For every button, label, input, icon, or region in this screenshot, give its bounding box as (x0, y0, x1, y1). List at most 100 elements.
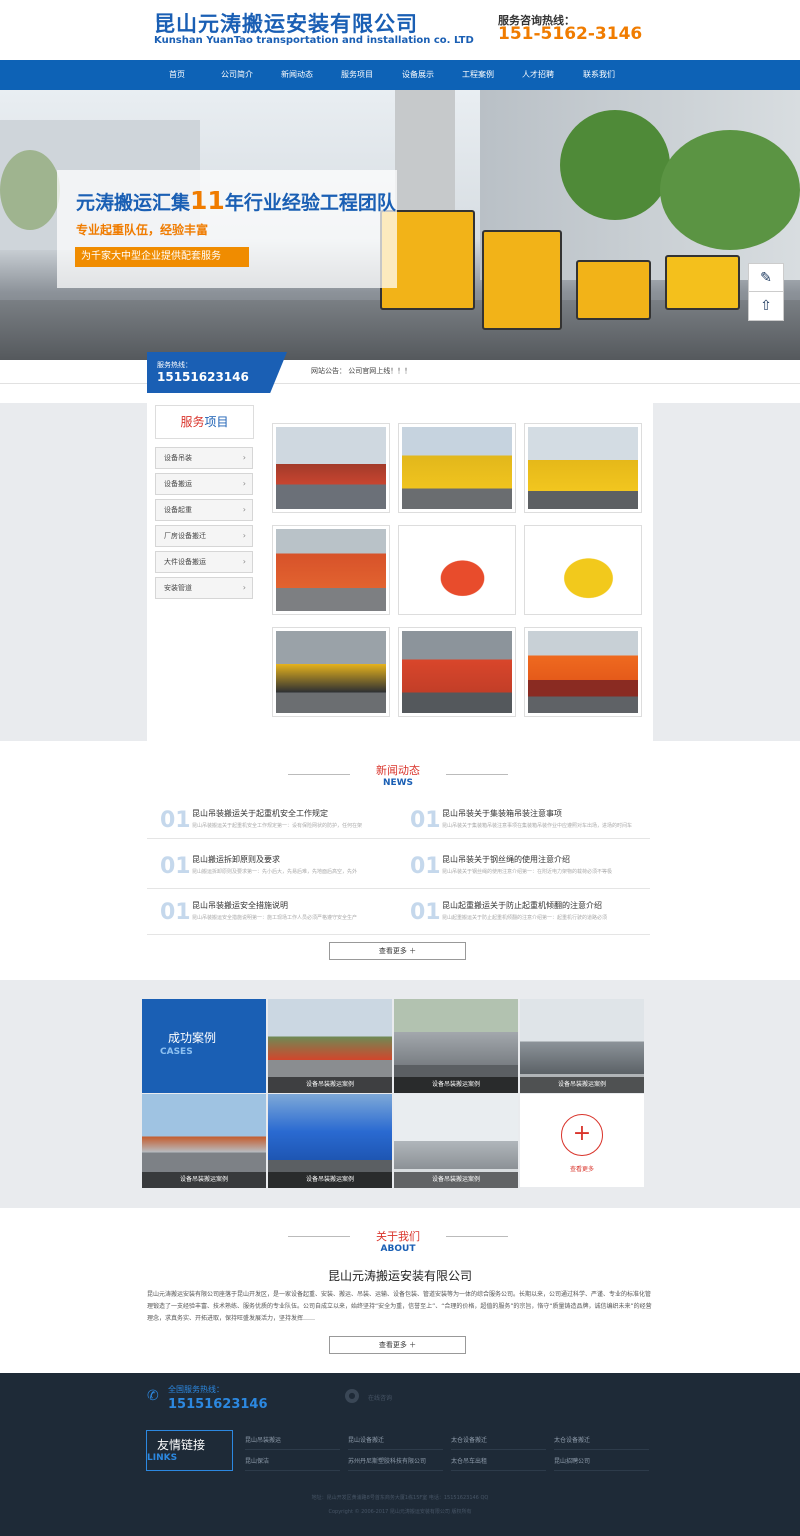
news-title[interactable]: 昆山吊装关于集装箱吊装注意事项 (442, 808, 562, 819)
divider (147, 888, 650, 889)
hero-banner: 元涛搬运汇集11年行业经验工程团队 专业起重队伍，经验丰富 为千家大中型企业提供… (0, 90, 800, 360)
nav-jobs[interactable]: 人才招聘 (508, 60, 568, 90)
about-heading: 关于我们 ABOUT (376, 1230, 420, 1254)
service-photo[interactable] (524, 423, 642, 513)
case-tile[interactable]: 设备吊装搬运案例 (268, 1094, 392, 1188)
chat-icon[interactable]: ● (345, 1389, 359, 1403)
chevron-right-icon: › (242, 479, 246, 488)
service-item[interactable]: 安装管道 › (155, 577, 253, 599)
service-photo[interactable] (398, 423, 516, 513)
banner-machine (482, 230, 562, 330)
friend-link[interactable]: 昆山设备搬迁 (348, 1434, 443, 1450)
news-title[interactable]: 昆山起重搬运关于防止起重机倾翻的注意介绍 (442, 900, 602, 911)
chevron-right-icon: › (242, 557, 246, 566)
news-item[interactable]: 01 昆山吊装关于集装箱吊装注意事项 昆山吊装关于集装箱吊装注意事项在集装箱吊装… (410, 808, 650, 854)
news-item[interactable]: 01 昆山起重搬运关于防止起重机倾翻的注意介绍 昆山起重搬运关于防止起重机倾翻的… (410, 900, 650, 946)
banner-forklift-mast (395, 90, 455, 210)
case-tile[interactable]: 设备吊装搬运案例 (520, 999, 644, 1093)
banner-title-number: 11 (190, 186, 225, 215)
friend-link[interactable]: 苏州丹尼斯塑胶科技有限公司 (348, 1455, 443, 1471)
news-item[interactable]: 01 昆山吊装搬运安全措施说明 昆山吊装搬运安全措施说明第一：施工现场工作人员必… (160, 900, 400, 946)
case-tile[interactable]: 设备吊装搬运案例 (394, 999, 518, 1093)
service-item[interactable]: 厂房设备搬迁 › (155, 525, 253, 547)
case-tile[interactable]: 设备吊装搬运案例 (394, 1094, 518, 1188)
chevron-right-icon: › (242, 583, 246, 592)
banner-machine (576, 260, 651, 320)
cases-more-button[interactable]: + 查看更多 (520, 1094, 644, 1187)
nav-home[interactable]: 首页 (147, 60, 207, 90)
news-desc: 昆山搬运拆卸原则及要求第一：先小后大，先易后难，先地面后高空，先外 (192, 869, 358, 875)
friend-link[interactable]: 昆山招聘公司 (554, 1455, 649, 1471)
news-title[interactable]: 昆山搬运拆卸原则及要求 (192, 854, 280, 865)
news-heading: 新闻动态 NEWS (376, 764, 420, 788)
about-text: 昆山元涛搬运安装有限公司座落于昆山开发区，是一家设备起重、安装、搬运、吊装、运输… (147, 1291, 652, 1322)
hotline-number: 151-5162-3146 (498, 24, 643, 44)
footer-hotline-label: 全国服务热线： (168, 1385, 224, 1394)
header: 昆山元涛搬运安装有限公司 Kunshan YuanTao transportat… (0, 0, 800, 60)
banner-subtitle: 专业起重队伍，经验丰富 (76, 223, 209, 237)
news-title[interactable]: 昆山吊装搬运安全措施说明 (192, 900, 288, 911)
service-photo[interactable] (524, 627, 642, 717)
edit-icon[interactable]: ✎ (748, 263, 784, 293)
news-desc: 昆山吊装搬运安全措施说明第一：施工现场工作人员必须严格遵守安全生产 (192, 915, 358, 921)
nav-equipment[interactable]: 设备展示 (388, 60, 448, 90)
news-desc: 昆山吊装搬运关于起重机安全工作规定第一：设有保险网状的防护，任何在架 (192, 823, 363, 829)
friend-link[interactable]: 昆山吊装搬运 (245, 1434, 340, 1450)
cases-heading: 成功案例 CASES (142, 999, 266, 1093)
chevron-right-icon: › (242, 531, 246, 540)
footer-copyright: Copyright © 2006-2017 昆山元涛搬运安装有限公司 版权所有 (328, 1509, 472, 1515)
site-notice: 网站公告： 公司官网上线！！！ (311, 367, 412, 375)
nav-cases[interactable]: 工程案例 (448, 60, 508, 90)
service-item[interactable]: 设备吊装 › (155, 447, 253, 469)
service-photo[interactable] (272, 627, 390, 717)
news-title[interactable]: 昆山吊装搬运关于起重机安全工作规定 (192, 808, 328, 819)
service-photo[interactable] (272, 423, 390, 513)
friend-link[interactable]: 昆山保洁 (245, 1455, 340, 1471)
divider (147, 934, 650, 935)
company-logo-en: Kunshan YuanTao transportation and insta… (154, 35, 474, 46)
case-tile[interactable]: 设备吊装搬运案例 (268, 999, 392, 1093)
services-heading: 服务项目 (155, 405, 254, 439)
plus-icon: + (561, 1114, 603, 1156)
divider (147, 838, 650, 839)
rocket-icon[interactable]: ⇧ (748, 291, 784, 321)
news-desc: 昆山吊装关于钢丝绳的使用注意介绍第一：在附近电力架物的载荷必须不等极 (442, 869, 613, 875)
nav-about[interactable]: 公司简介 (207, 60, 267, 90)
service-photo[interactable] (524, 525, 642, 615)
online-consult-link[interactable]: 在线咨询 (368, 1393, 392, 1402)
banner-tree (660, 130, 800, 250)
banner-tree (0, 150, 60, 230)
banner-tree (560, 110, 670, 220)
service-photo[interactable] (398, 627, 516, 717)
chevron-right-icon: › (242, 453, 246, 462)
nav-services[interactable]: 服务项目 (327, 60, 387, 90)
about-company-name: 昆山元涛搬运安装有限公司 (327, 1269, 472, 1283)
divider (0, 383, 800, 384)
news-item[interactable]: 01 昆山搬运拆卸原则及要求 昆山搬运拆卸原则及要求第一：先小后大，先易后难，先… (160, 854, 400, 900)
news-item[interactable]: 01 昆山吊装搬运关于起重机安全工作规定 昆山吊装搬运关于起重机安全工作规定第一… (160, 808, 400, 854)
nav-contact[interactable]: 联系我们 (569, 60, 629, 90)
footer-address: 地址：昆山开发区黄浦路8号首东商务大厦1栋15F室 电话：15151623146… (311, 1495, 489, 1501)
company-logo-cn[interactable]: 昆山元涛搬运安装有限公司 (154, 8, 418, 38)
main-nav: 首页 公司简介 新闻动态 服务项目 设备展示 工程案例 人才招聘 联系我们 (0, 60, 800, 90)
service-item[interactable]: 设备搬运 › (155, 473, 253, 495)
service-item[interactable]: 设备起重 › (155, 499, 253, 521)
phone-icon: ✆ (147, 1388, 159, 1404)
news-title[interactable]: 昆山吊装关于钢丝绳的使用注意介绍 (442, 854, 570, 865)
footer-hotline-number: 15151623146 (168, 1397, 268, 1412)
news-desc: 昆山吊装关于集装箱吊装注意事项在集装箱吊装作业中应遵照对车出场，进场的时间车 (442, 823, 633, 829)
case-tile[interactable]: 设备吊装搬运案例 (142, 1094, 266, 1188)
banner-machine (665, 255, 740, 310)
friend-link[interactable]: 太仓设备搬迁 (554, 1434, 649, 1450)
bar-hotline-label: 服务热线： (157, 361, 192, 369)
news-more-button[interactable]: 查看更多 ＋ (329, 942, 466, 960)
service-photo[interactable] (272, 525, 390, 615)
friend-link[interactable]: 太仓吊车出租 (451, 1455, 546, 1471)
friend-link[interactable]: 太仓设备搬迁 (451, 1434, 546, 1450)
nav-news[interactable]: 新闻动态 (267, 60, 327, 90)
service-photo[interactable] (398, 525, 516, 615)
news-item[interactable]: 01 昆山吊装关于钢丝绳的使用注意介绍 昆山吊装关于钢丝绳的使用注意介绍第一：在… (410, 854, 650, 900)
about-more-button[interactable]: 查看更多 ＋ (329, 1336, 466, 1354)
service-item[interactable]: 大件设备搬运 › (155, 551, 253, 573)
chevron-right-icon: › (242, 505, 246, 514)
